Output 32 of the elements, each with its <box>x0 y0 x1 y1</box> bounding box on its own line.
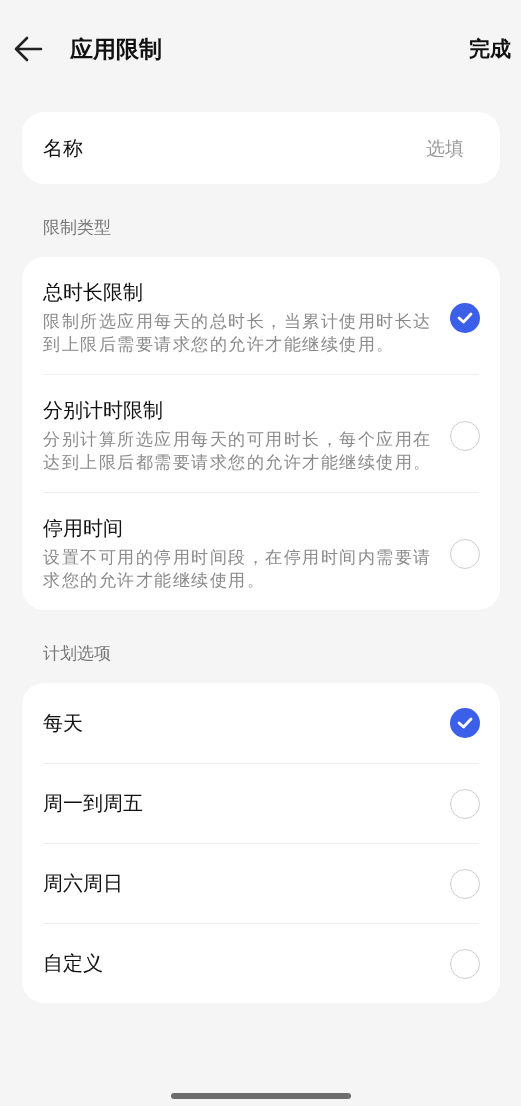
option-row[interactable]: 总时长限制 限制所选应用每天的总时长，当累计使用时长达到上限后需要请求您的允许才能继续使用。 <box>43 257 479 374</box>
section-label: 限制类型 <box>42 216 112 239</box>
section-label: 计划选项 <box>42 642 112 665</box>
page-title: 应用限制 <box>70 34 163 64</box>
radio-button[interactable] <box>450 948 480 979</box>
radio-button[interactable] <box>450 538 480 569</box>
back-arrow-icon <box>13 36 43 62</box>
radio-button[interactable] <box>450 420 480 451</box>
home-indicator[interactable] <box>170 1093 351 1099</box>
option-title: 分别计时限制 <box>43 397 164 424</box>
option-title: 周一到周五 <box>43 790 144 817</box>
option-row[interactable]: 每天 <box>43 683 479 763</box>
checked-radio-icon[interactable] <box>450 302 480 333</box>
option-row[interactable]: 分别计时限制 分别计算所选应用每天的可用时长，每个应用在达到上限后都需要请求您的允许才能继续使用。 <box>43 374 479 492</box>
option-row[interactable]: 停用时间 设置不可用的停用时间段，在停用时间内需要请求您的允许才能继续使用。 <box>43 492 479 610</box>
option-row[interactable]: 周六周日 <box>43 843 479 923</box>
checked-radio-icon[interactable] <box>450 708 480 738</box>
option-row[interactable]: 周一到周五 <box>43 763 479 843</box>
option-row[interactable]: 自定义 <box>43 923 479 1003</box>
option-title: 每天 <box>43 709 84 737</box>
option-description: 分别计算所选应用每天的可用时长，每个应用在达到上限后都需要请求您的允许才能继续使用。 <box>43 429 433 474</box>
radio-button[interactable] <box>450 868 480 899</box>
done-button[interactable]: 完成 <box>469 35 511 63</box>
radio-button[interactable] <box>450 788 480 819</box>
option-title: 停用时间 <box>43 515 124 542</box>
name-field[interactable]: 选填 <box>163 136 466 160</box>
option-title: 总时长限制 <box>43 279 144 306</box>
option-title: 自定义 <box>43 950 104 977</box>
option-title: 周六周日 <box>43 870 124 897</box>
name-label: 名称 <box>43 134 84 162</box>
option-description: 限制所选应用每天的总时长，当累计使用时长达到上限后需要请求您的允许才能继续使用。 <box>43 311 433 356</box>
option-description: 设置不可用的停用时间段，在停用时间内需要请求您的允许才能继续使用。 <box>43 547 433 592</box>
